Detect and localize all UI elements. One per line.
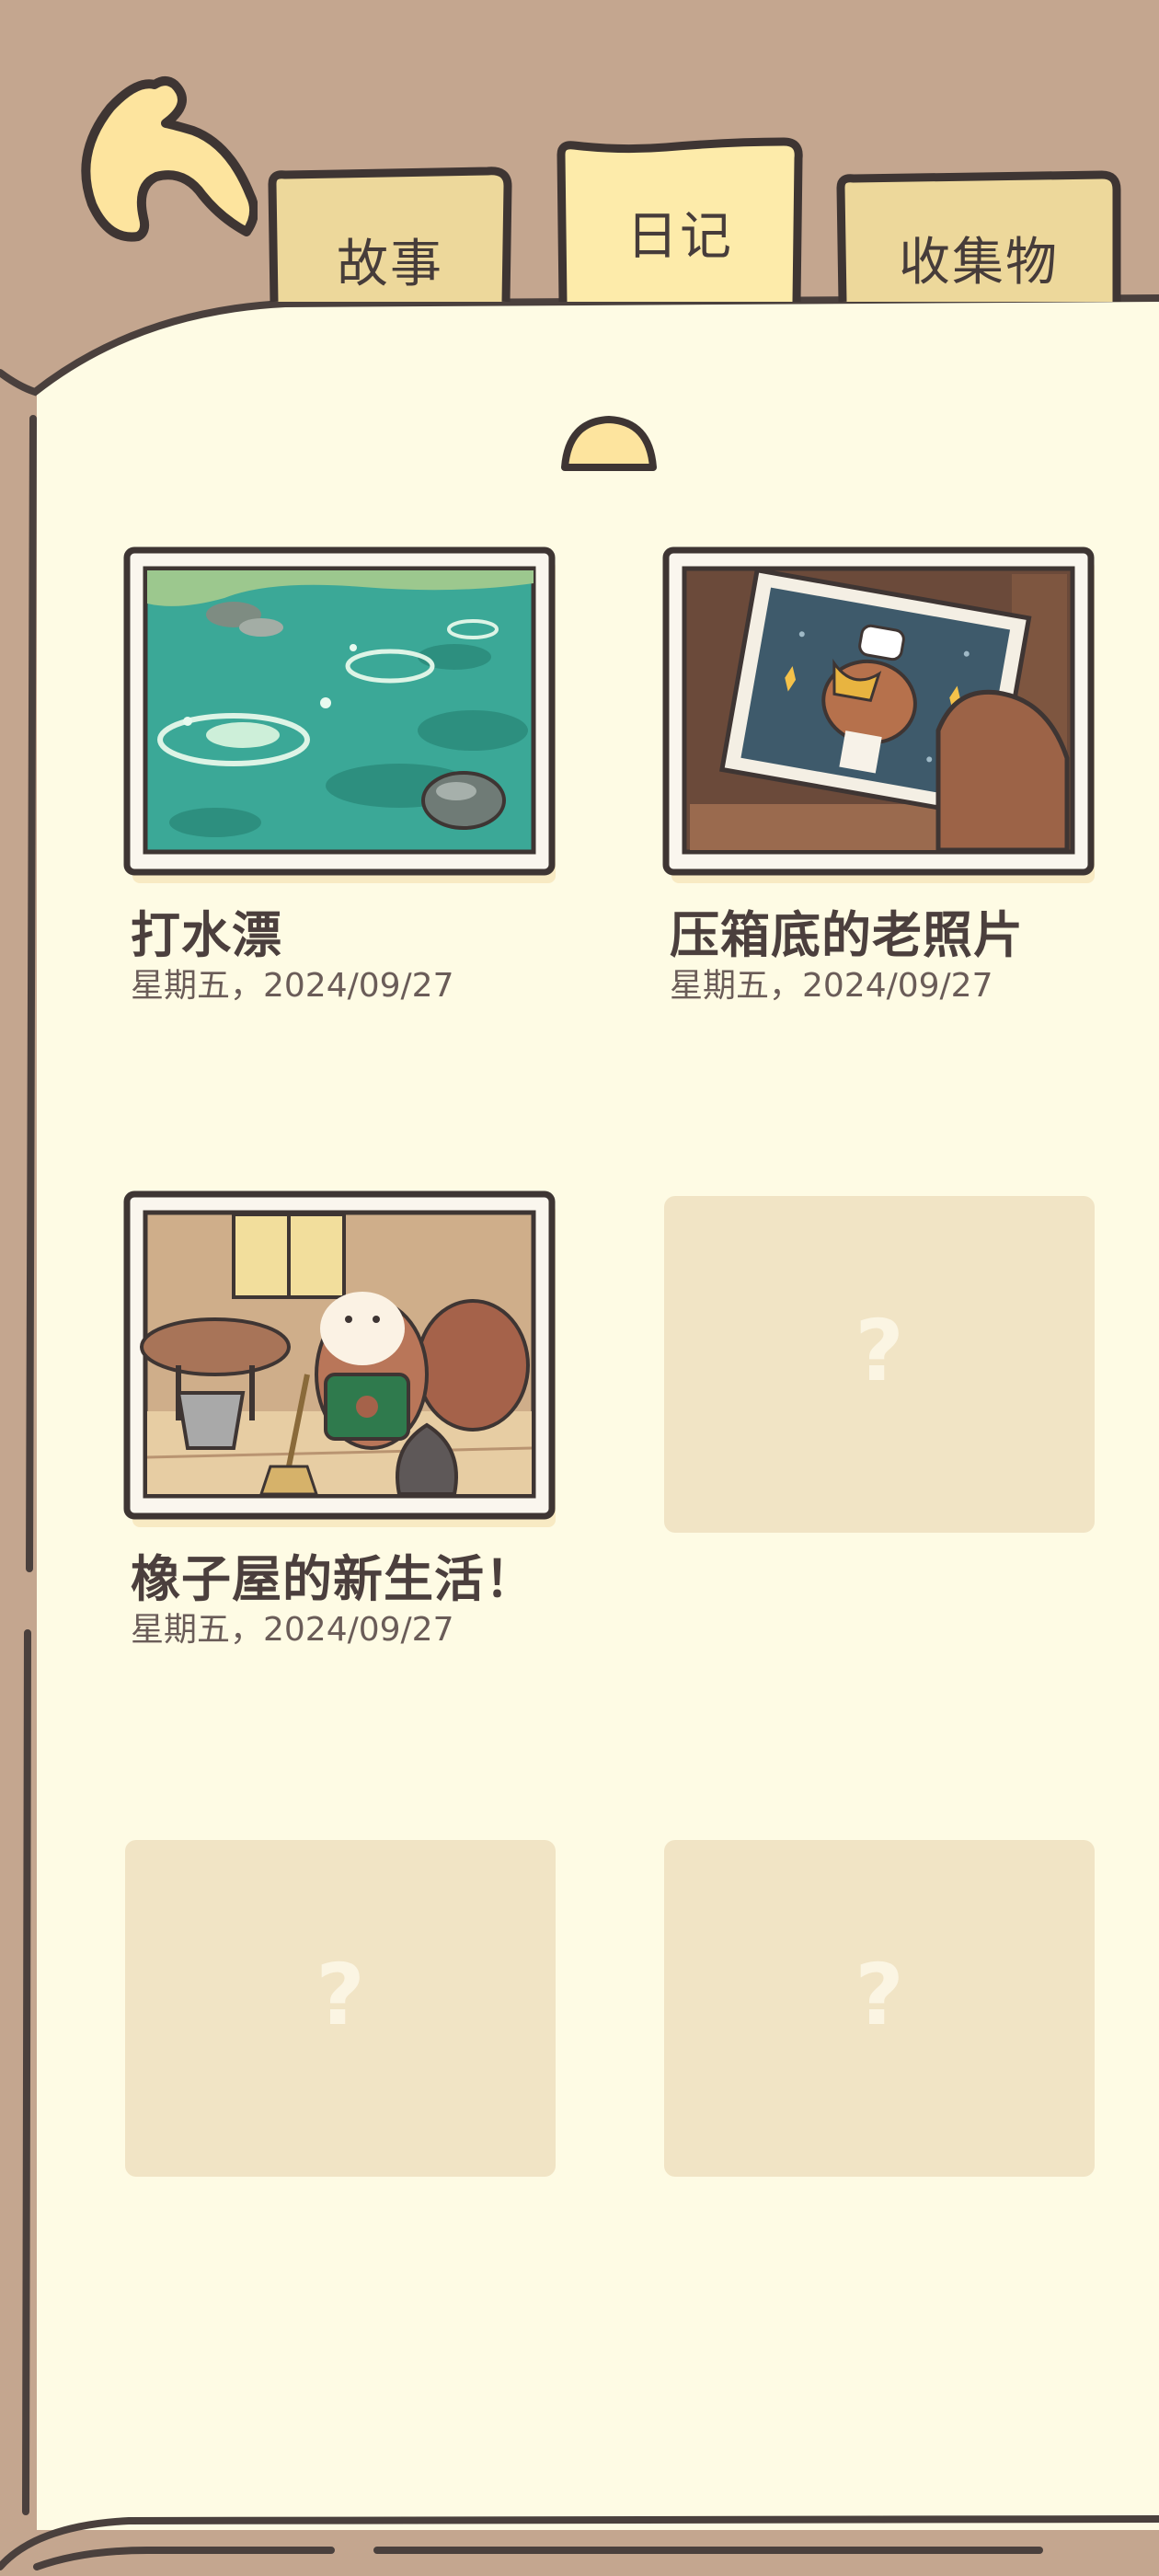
collapse-button[interactable] xyxy=(559,412,659,477)
tab-collectibles[interactable]: 收集物 xyxy=(835,170,1122,303)
back-arrow-icon xyxy=(81,76,259,242)
page-bottom-edge-2 xyxy=(33,2547,335,2570)
entry-date: 星期五，2024/09/27 xyxy=(670,967,993,1005)
locked-entry-slot[interactable]: ? xyxy=(664,1840,1095,2177)
entry-photo xyxy=(123,546,556,883)
page-spine-line-lower xyxy=(22,1629,31,2515)
entry-title: 橡子屋的新生活！ xyxy=(131,1550,535,1608)
locked-entry-slot[interactable]: ? xyxy=(664,1196,1095,1533)
entry-title: 压箱底的老照片 xyxy=(670,906,1024,964)
question-mark-icon: ? xyxy=(855,1946,904,2044)
tab-diary-label: 日记 xyxy=(626,207,733,267)
back-button[interactable] xyxy=(55,57,259,250)
locked-entry-slot[interactable]: ? xyxy=(125,1840,556,2177)
entry-photo xyxy=(662,546,1095,883)
tab-story[interactable]: 故事 xyxy=(267,166,513,303)
tab-story-label: 故事 xyxy=(337,235,443,294)
entry-date: 星期五，2024/09/27 xyxy=(131,967,454,1005)
question-mark-icon: ? xyxy=(855,1302,904,1400)
page-spine-line xyxy=(26,415,37,1572)
question-mark-icon: ? xyxy=(316,1946,365,2044)
entry-date: 星期五，2024/09/27 xyxy=(131,1611,454,1649)
entry-title: 打水漂 xyxy=(131,906,282,964)
chevron-up-icon xyxy=(561,416,657,471)
entry-photo xyxy=(123,1190,556,1527)
tab-collectibles-label: 收集物 xyxy=(899,233,1059,293)
tab-diary[interactable]: 日记 xyxy=(556,137,804,303)
